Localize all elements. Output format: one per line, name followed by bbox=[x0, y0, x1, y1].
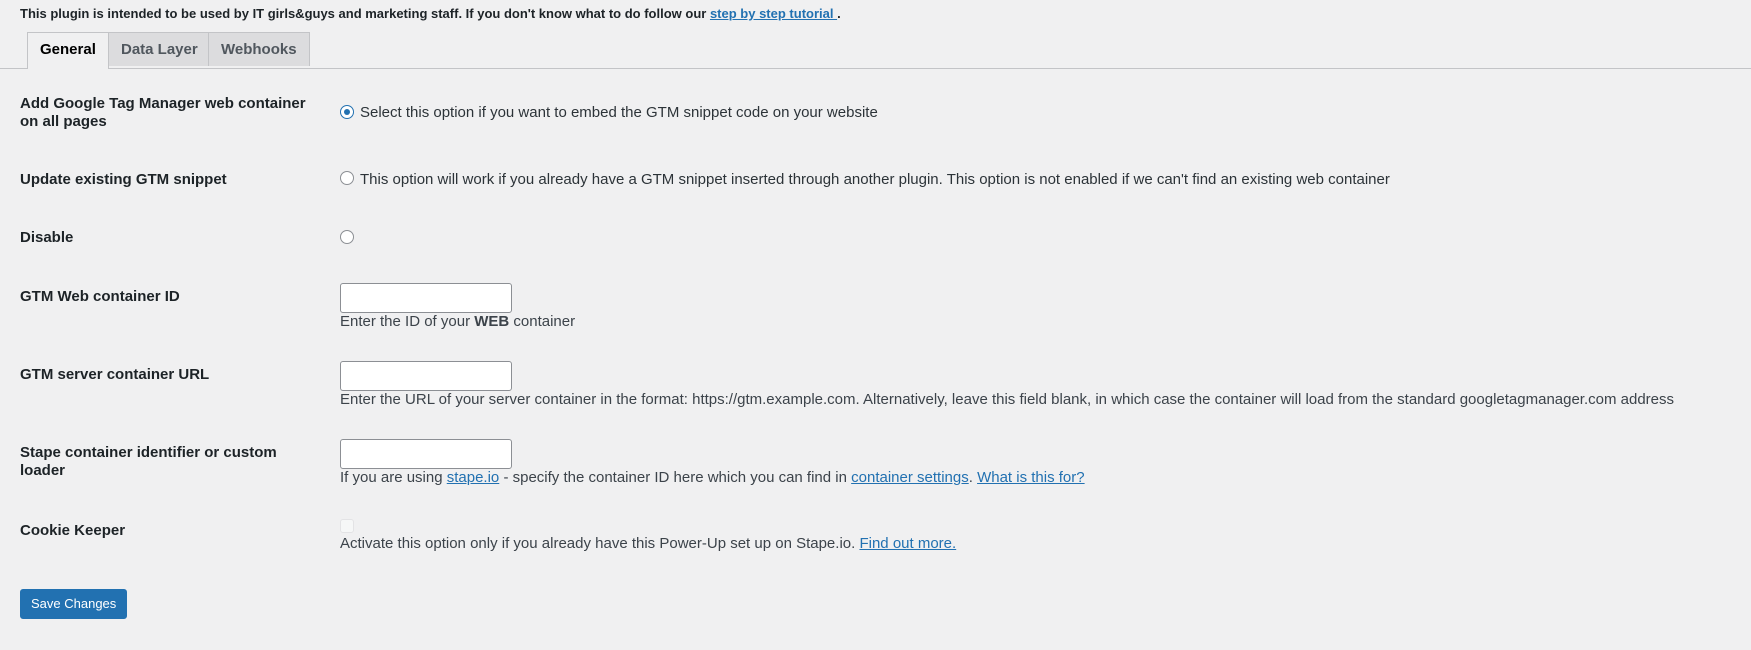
web-container-id-label: GTM Web container ID bbox=[20, 288, 180, 305]
save-changes-button[interactable]: Save Changes bbox=[20, 589, 128, 619]
stape-desc-mid: - specify the container ID here which yo… bbox=[499, 469, 852, 486]
stape-identifier-input[interactable] bbox=[340, 439, 512, 469]
disable-label: Disable bbox=[20, 229, 74, 246]
server-container-url-label: GTM server container URL bbox=[20, 366, 210, 383]
settings-tabs: General Data Layer Webhooks bbox=[0, 32, 1751, 69]
intro-suffix: . bbox=[837, 6, 841, 21]
stape-desc-sep: . bbox=[968, 469, 978, 486]
web-container-desc-pre: Enter the ID of your bbox=[340, 313, 475, 330]
add-gtm-option-text: Select this option if you want to embed … bbox=[360, 104, 878, 121]
update-gtm-radio[interactable] bbox=[340, 171, 354, 185]
add-gtm-radio[interactable] bbox=[340, 105, 354, 119]
add-gtm-label: Add Google Tag Manager web container on … bbox=[20, 95, 306, 130]
cookie-keeper-label: Cookie Keeper bbox=[20, 522, 126, 539]
server-container-url-input[interactable] bbox=[340, 361, 512, 391]
stape-identifier-label: Stape container identifier or custom loa… bbox=[20, 444, 277, 479]
cookie-keeper-desc: Activate this option only if you already… bbox=[340, 535, 956, 552]
find-out-more-link[interactable]: Find out more. bbox=[859, 535, 956, 552]
update-gtm-label: Update existing GTM snippet bbox=[20, 171, 227, 188]
tab-webhooks[interactable]: Webhooks bbox=[208, 32, 310, 66]
update-gtm-option-text: This option will work if you already hav… bbox=[360, 171, 1390, 188]
web-container-id-input[interactable] bbox=[340, 283, 512, 313]
web-container-desc-post: container bbox=[509, 313, 576, 330]
stape-io-link[interactable]: stape.io bbox=[447, 469, 500, 486]
container-settings-link[interactable]: container settings bbox=[851, 469, 969, 486]
intro-text: This plugin is intended to be used by IT… bbox=[20, 6, 710, 21]
cookie-keeper-checkbox[interactable] bbox=[340, 519, 354, 533]
tab-data-layer[interactable]: Data Layer bbox=[108, 32, 211, 66]
intro-notice: This plugin is intended to be used by IT… bbox=[20, 6, 841, 21]
web-container-desc-bold: WEB bbox=[474, 313, 510, 330]
stape-desc-pre: If you are using bbox=[340, 469, 447, 486]
disable-radio[interactable] bbox=[340, 230, 354, 244]
cookie-keeper-desc-text: Activate this option only if you already… bbox=[340, 535, 860, 552]
tab-general[interactable]: General bbox=[27, 32, 109, 69]
web-container-id-desc: Enter the ID of your WEB container bbox=[340, 313, 575, 330]
tutorial-link[interactable]: step by step tutorial bbox=[710, 6, 837, 21]
server-container-url-desc: Enter the URL of your server container i… bbox=[340, 391, 1675, 408]
what-is-this-link[interactable]: What is this for? bbox=[977, 469, 1085, 486]
stape-identifier-desc: If you are using stape.io - specify the … bbox=[340, 469, 1085, 486]
